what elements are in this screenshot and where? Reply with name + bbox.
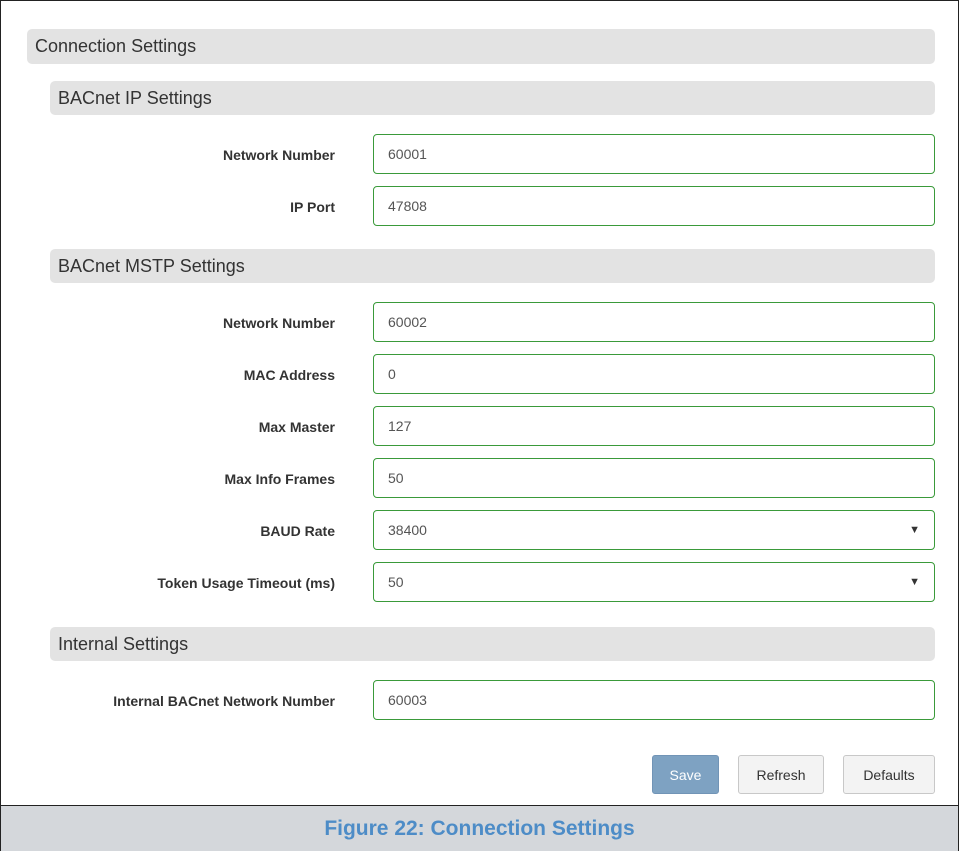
max-info-frames-label: Max Info Frames	[224, 471, 335, 487]
mstp-network-number-label: Network Number	[222, 315, 335, 331]
max-master-label: Max Master	[258, 419, 335, 435]
baud-rate-select[interactable]: 38400 ▼	[373, 510, 935, 550]
defaults-button[interactable]: Defaults	[843, 755, 935, 794]
bacnet-mstp-settings-title: BACnet MSTP Settings	[58, 255, 245, 276]
max-master-input[interactable]	[373, 406, 935, 446]
connection-settings-header: Connection Settings	[27, 29, 935, 64]
max-info-frames-input[interactable]	[373, 458, 935, 498]
internal-settings-title: Internal Settings	[58, 633, 189, 654]
bacnet-ip-settings-header: BACnet IP Settings	[50, 81, 935, 115]
connection-settings-panel: Connection Settings BACnet IP Settings N…	[1, 1, 958, 805]
baud-rate-selected-value: 38400	[388, 522, 427, 538]
internal-settings-header: Internal Settings	[50, 627, 935, 661]
figure-frame: Connection Settings BACnet IP Settings N…	[0, 0, 959, 851]
baud-rate-label: BAUD Rate	[260, 523, 335, 539]
token-usage-timeout-selected-value: 50	[388, 574, 404, 590]
internal-network-number-label: Internal BACnet Network Number	[113, 693, 335, 709]
mstp-network-number-input[interactable]	[373, 302, 935, 342]
internal-network-number-input[interactable]	[373, 680, 935, 720]
refresh-button[interactable]: Refresh	[738, 755, 824, 794]
figure-caption: Figure 22: Connection Settings	[1, 805, 958, 851]
ip-port-input[interactable]	[373, 186, 935, 226]
bacnet-mstp-settings-header: BACnet MSTP Settings	[50, 249, 935, 283]
ip-network-number-label: Network Number	[222, 147, 335, 163]
mac-address-input[interactable]	[373, 354, 935, 394]
bacnet-ip-settings-title: BACnet IP Settings	[58, 87, 212, 108]
token-usage-timeout-label: Token Usage Timeout (ms)	[157, 575, 335, 591]
ip-port-label: IP Port	[290, 199, 335, 215]
ip-network-number-input[interactable]	[373, 134, 935, 174]
connection-settings-title: Connection Settings	[35, 36, 197, 56]
chevron-down-icon: ▼	[909, 576, 920, 588]
save-button[interactable]: Save	[652, 755, 719, 794]
chevron-down-icon: ▼	[909, 524, 920, 536]
token-usage-timeout-select[interactable]: 50 ▼	[373, 562, 935, 602]
mac-address-label: MAC Address	[243, 367, 335, 383]
